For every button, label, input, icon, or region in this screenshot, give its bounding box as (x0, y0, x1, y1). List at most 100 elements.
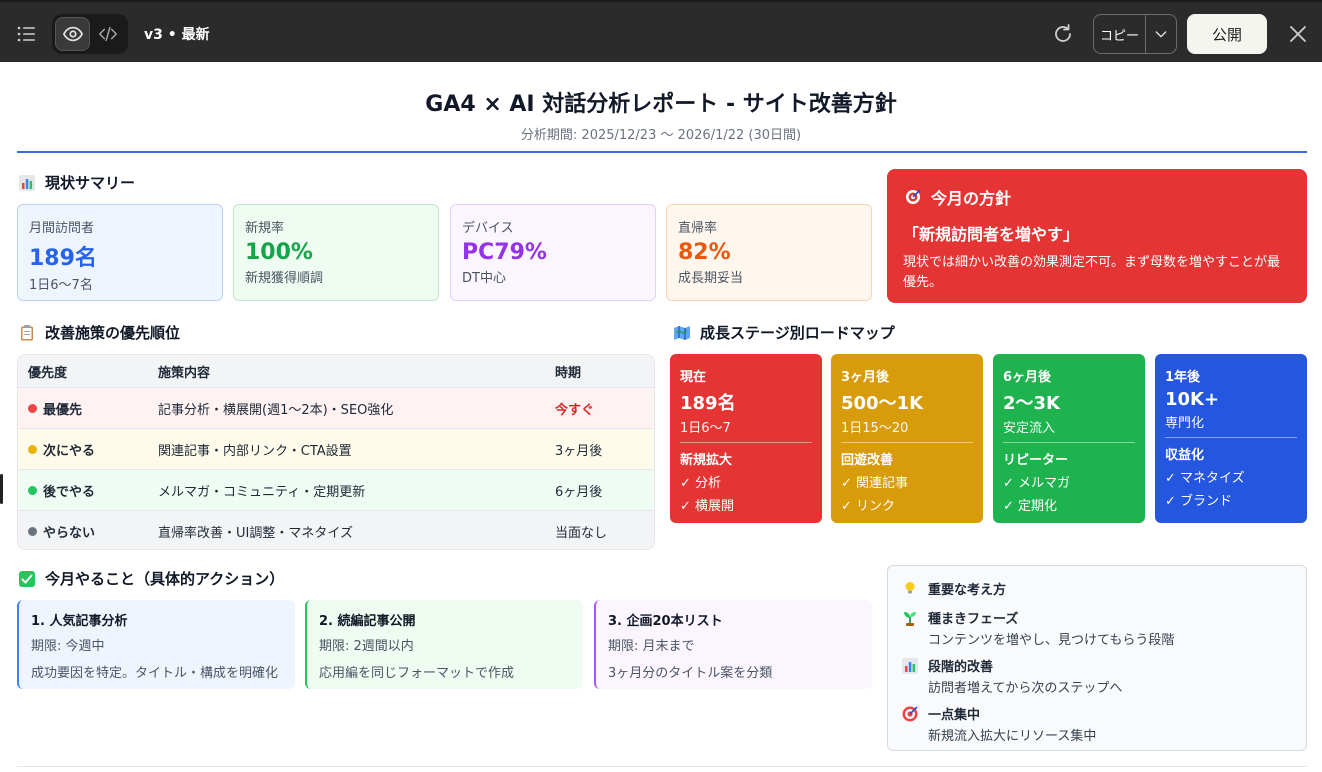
actions-heading-text: 今月やること（具体的アクション） (45, 570, 285, 588)
stage-item: ✓ 関連記事 (841, 476, 909, 491)
stage-item: ✓ リンク (841, 499, 896, 514)
resize-handle[interactable] (0, 474, 3, 504)
kpi-value: 100% (245, 240, 313, 265)
summary-heading: 現状サマリー (17, 172, 135, 193)
dart-target-icon (903, 187, 923, 207)
code-toggle-button[interactable] (90, 17, 125, 51)
priority-heading: 改善施策の優先順位 (17, 322, 180, 343)
table-row: やらない 直帰率改善・UI調整・マネタイズ 当面なし (18, 510, 654, 549)
action-title: 3. 企画20本リスト (608, 614, 723, 629)
stage-sub: 安定流入 (1003, 421, 1056, 436)
kpi-sub: DT中心 (462, 271, 506, 286)
action-title: 1. 人気記事分析 (31, 614, 128, 629)
priority-dot (28, 444, 37, 454)
table-row: 最優先 記事分析・横展開(週1〜2本)・SEO強化 今すぐ (18, 387, 654, 428)
policy-heading: 今月の方針 (903, 185, 1291, 209)
footer-divider (17, 766, 1307, 767)
code-icon (98, 26, 117, 42)
priority-timing: 当面なし (555, 525, 608, 541)
principles-heading-text: 重要な考え方 (928, 582, 1007, 598)
list-menu-icon[interactable] (14, 22, 38, 46)
principle-desc: コンテンツを増やし、見つけてもらう段階 (928, 633, 1175, 648)
eye-icon (62, 26, 83, 42)
priority-timing: 今すぐ (555, 402, 595, 418)
action-deadline: 期限: 2週間以内 (319, 639, 414, 654)
principle-desc: 新規流入拡大にリソース集中 (928, 729, 1097, 744)
stage-item: ✓ 横展開 (680, 499, 735, 514)
priority-timing: 3ヶ月後 (555, 443, 603, 459)
view-mode-toggle (52, 14, 128, 54)
stage-label: 1年後 (1165, 370, 1201, 385)
roadmap-stage-6-months: 6ヶ月後 2〜3K 安定流入 リピーター ✓ メルマガ ✓ 定期化 (993, 354, 1145, 523)
stage-value: 10K+ (1165, 389, 1220, 410)
kpi-label: 直帰率 (678, 221, 718, 236)
principle-item: 種まきフェーズ コンテンツを増やし、見つけてもらう段階 (900, 608, 1174, 648)
kpi-value: 189名 (29, 246, 97, 271)
copy-options-button[interactable] (1146, 15, 1176, 53)
roadmap-heading-text: 成長ステージ別ロードマップ (700, 324, 895, 342)
copy-split-button: コピー (1093, 14, 1177, 54)
stage-sub: 1日15〜20 (841, 421, 909, 436)
column-header: 時期 (555, 365, 582, 381)
priority-content: メルマガ・コミュニティ・定期更新 (158, 484, 366, 500)
kpi-card-device: デバイス PC79% DT中心 (450, 204, 656, 301)
close-icon[interactable] (1286, 22, 1310, 46)
kpi-value: PC79% (462, 240, 547, 265)
stage-value: 500〜1K (841, 393, 924, 414)
stage-item: ✓ 定期化 (1003, 499, 1058, 514)
principles-panel: 重要な考え方 種まきフェーズ コンテンツを増やし、見つけてもらう段階 段階的改善… (887, 565, 1307, 751)
action-card: 1. 人気記事分析 期限: 今週中 成功要因を特定。タイトル・構成を明確化 (17, 600, 295, 689)
stage-divider (841, 442, 973, 443)
table-row: 次にやる 関連記事・内部リンク・CTA設置 3ヶ月後 (18, 428, 654, 469)
stage-divider (1165, 437, 1297, 438)
kpi-sub: 成長期妥当 (678, 271, 744, 286)
version-label: v3 • 最新 (144, 27, 210, 43)
stage-value: 2〜3K (1003, 393, 1060, 414)
refresh-icon[interactable] (1051, 22, 1075, 46)
stage-goal: 収益化 (1165, 448, 1205, 463)
actions-heading: 今月やること（具体的アクション） (17, 568, 284, 589)
roadmap-stage-1-year: 1年後 10K+ 専門化 収益化 ✓ マネタイズ ✓ ブランド (1155, 354, 1307, 523)
action-deadline: 期限: 今週中 (31, 639, 105, 654)
light-bulb-icon (900, 578, 920, 598)
publish-button[interactable]: 公開 (1187, 14, 1267, 54)
kpi-card-new-rate: 新規率 100% 新規獲得順調 (233, 204, 439, 301)
principle-title: 種まきフェーズ (928, 612, 1019, 627)
table-row: 後でやる メルマガ・コミュニティ・定期更新 6ヶ月後 (18, 469, 654, 510)
stage-item: ✓ メルマガ (1003, 476, 1071, 491)
priority-level: 次にやる (43, 443, 96, 459)
principle-item: 一点集中 新規流入拡大にリソース集中 (900, 704, 1096, 744)
stage-goal: リピーター (1003, 453, 1069, 468)
top-bar: v3 • 最新 コピー 公開 (0, 0, 1322, 62)
column-header: 優先度 (28, 365, 68, 381)
kpi-sub: 新規獲得順調 (245, 271, 324, 286)
page-title: GA4 × AI 対話分析レポート - サイト改善方針 (425, 92, 897, 117)
roadmap-stage-3-months: 3ヶ月後 500〜1K 1日15〜20 回遊改善 ✓ 関連記事 ✓ リンク (831, 354, 983, 523)
kpi-card-bounce-rate: 直帰率 82% 成長期妥当 (666, 204, 872, 301)
principle-item: 段階的改善 訪問者増えてから次のステップへ (900, 656, 1122, 696)
copy-button[interactable]: コピー (1094, 15, 1146, 53)
check-box-icon (17, 569, 37, 589)
map-icon (672, 323, 692, 343)
column-header: 施策内容 (158, 365, 211, 381)
preview-toggle-button[interactable] (55, 17, 90, 51)
priority-dot (28, 526, 37, 536)
table-header-row: 優先度 施策内容 時期 (18, 355, 654, 387)
priority-content: 記事分析・横展開(週1〜2本)・SEO強化 (158, 402, 394, 418)
priority-level: 最優先 (43, 402, 83, 418)
stage-value: 189名 (680, 393, 736, 414)
priority-level: 後でやる (43, 484, 96, 500)
kpi-card-visitors: 月間訪問者 189名 1日6〜7名 (17, 204, 223, 301)
action-note: 3ヶ月分のタイトル案を分類 (608, 666, 773, 681)
priority-content: 直帰率改善・UI調整・マネタイズ (158, 525, 353, 541)
bar-chart-icon (17, 173, 37, 193)
action-note: 成功要因を特定。タイトル・構成を明確化 (31, 666, 279, 681)
clipboard-icon (17, 323, 37, 343)
stage-divider (1003, 442, 1135, 443)
stage-sub: 1日6〜7 (680, 421, 731, 436)
kpi-label: 新規率 (245, 221, 285, 236)
kpi-value: 82% (678, 240, 731, 265)
stage-sub: 専門化 (1165, 416, 1205, 431)
priority-table: 優先度 施策内容 時期 最優先 記事分析・横展開(週1〜2本)・SEO強化 今す… (17, 354, 655, 550)
header-divider (17, 151, 1307, 153)
